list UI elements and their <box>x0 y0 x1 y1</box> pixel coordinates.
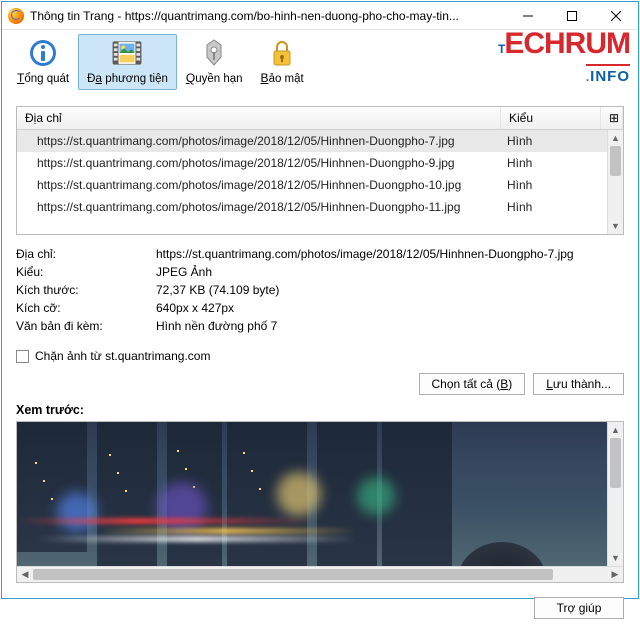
tab-permissions-label: Quyền hạn <box>186 71 243 85</box>
block-images-row: Chặn ảnh từ st.quantrimang.com <box>16 349 624 363</box>
preview-panel: ▲ ▼ ◀ ▶ <box>16 421 624 583</box>
table-row[interactable]: https://st.quantrimang.com/photos/image/… <box>17 152 607 174</box>
table-row[interactable]: https://st.quantrimang.com/photos/image/… <box>17 130 607 152</box>
content-area: Địa chỉ Kiểu ⊞ https://st.quantrimang.co… <box>2 92 638 589</box>
scroll-thumb[interactable] <box>610 438 621 488</box>
column-header-kind[interactable]: Kiểu <box>501 107 601 129</box>
cell-address: https://st.quantrimang.com/photos/image/… <box>37 134 507 148</box>
footer: Trợ giúp <box>2 589 638 627</box>
window-title: Thông tin Trang - https://quantrimang.co… <box>30 9 506 23</box>
detail-dimensions-label: Kích cỡ: <box>16 301 156 315</box>
media-table: Địa chỉ Kiểu ⊞ https://st.quantrimang.co… <box>16 106 624 235</box>
scroll-thumb[interactable] <box>33 569 553 580</box>
detail-kind-label: Kiểu: <box>16 265 156 279</box>
preview-image <box>17 422 607 566</box>
block-images-checkbox[interactable] <box>16 350 29 363</box>
column-header-address[interactable]: Địa chỉ <box>17 107 501 129</box>
minimize-button[interactable] <box>506 2 550 30</box>
table-body: https://st.quantrimang.com/photos/image/… <box>17 130 623 234</box>
detail-alttext-value: Hình nền đường phố 7 <box>156 319 624 333</box>
details-panel: Địa chỉ:https://st.quantrimang.com/photo… <box>16 245 624 335</box>
cell-kind: Hình <box>507 178 607 192</box>
help-button[interactable]: Trợ giúp <box>534 597 624 619</box>
info-icon <box>27 37 59 69</box>
tab-security[interactable]: Bảo mật <box>252 34 313 90</box>
table-scrollbar-vertical[interactable]: ▲ ▼ <box>607 130 623 234</box>
maximize-button[interactable] <box>550 2 594 30</box>
preview-scrollbar-vertical[interactable]: ▲ ▼ <box>607 422 623 566</box>
cell-kind: Hình <box>507 134 607 148</box>
detail-filesize-label: Kích thước: <box>16 283 156 297</box>
button-row: Chọn tất cả (B) Lưu thành... <box>16 373 624 395</box>
window-controls <box>506 2 638 30</box>
cell-address: https://st.quantrimang.com/photos/image/… <box>37 200 507 214</box>
scroll-right-icon[interactable]: ▶ <box>607 569 623 580</box>
column-picker[interactable]: ⊞ <box>601 107 623 129</box>
detail-alttext-label: Văn bản đi kèm: <box>16 319 156 333</box>
watermark-logo: TECHRUM .INFO <box>498 31 630 85</box>
media-icon <box>111 37 143 69</box>
scroll-left-icon[interactable]: ◀ <box>17 569 33 580</box>
cell-address: https://st.quantrimang.com/photos/image/… <box>37 178 507 192</box>
tab-media-label: Đa phương tiện <box>87 71 168 85</box>
detail-kind-value: JPEG Ảnh <box>156 265 624 279</box>
cell-kind: Hình <box>507 156 607 170</box>
cell-address: https://st.quantrimang.com/photos/image/… <box>37 156 507 170</box>
table-header: Địa chỉ Kiểu ⊞ <box>17 107 623 130</box>
tab-security-label: Bảo mật <box>261 71 304 85</box>
permissions-icon <box>198 37 230 69</box>
select-all-button[interactable]: Chọn tất cả (B) <box>419 373 526 395</box>
firefox-icon <box>8 8 24 24</box>
preview-scrollbar-horizontal[interactable]: ◀ ▶ <box>17 566 623 582</box>
page-info-window: Thông tin Trang - https://quantrimang.co… <box>1 1 639 599</box>
titlebar: Thông tin Trang - https://quantrimang.co… <box>2 2 638 30</box>
umbrella-figure <box>457 542 547 566</box>
tab-media[interactable]: Đa phương tiện <box>78 34 177 90</box>
cell-kind: Hình <box>507 200 607 214</box>
lock-icon <box>266 37 298 69</box>
scroll-thumb[interactable] <box>610 146 621 176</box>
scroll-up-icon[interactable]: ▲ <box>608 422 623 438</box>
scroll-up-icon[interactable]: ▲ <box>608 130 623 146</box>
table-row[interactable]: https://st.quantrimang.com/photos/image/… <box>17 174 607 196</box>
block-images-label: Chặn ảnh từ st.quantrimang.com <box>35 349 210 363</box>
scroll-down-icon[interactable]: ▼ <box>608 550 623 566</box>
detail-address-value: https://st.quantrimang.com/photos/image/… <box>156 247 624 261</box>
tab-overview-label: Tổng quát <box>17 71 69 85</box>
save-as-button[interactable]: Lưu thành... <box>533 373 624 395</box>
detail-dimensions-value: 640px x 427px <box>156 301 624 315</box>
table-row[interactable]: https://st.quantrimang.com/photos/image/… <box>17 196 607 218</box>
tab-overview[interactable]: Tổng quát <box>8 34 78 90</box>
detail-address-label: Địa chỉ: <box>16 247 156 261</box>
scroll-down-icon[interactable]: ▼ <box>608 218 623 234</box>
detail-filesize-value: 72,37 KB (74.109 byte) <box>156 283 624 297</box>
close-button[interactable] <box>594 2 638 30</box>
preview-label: Xem trước: <box>16 403 624 417</box>
tab-permissions[interactable]: Quyền hạn <box>177 34 252 90</box>
